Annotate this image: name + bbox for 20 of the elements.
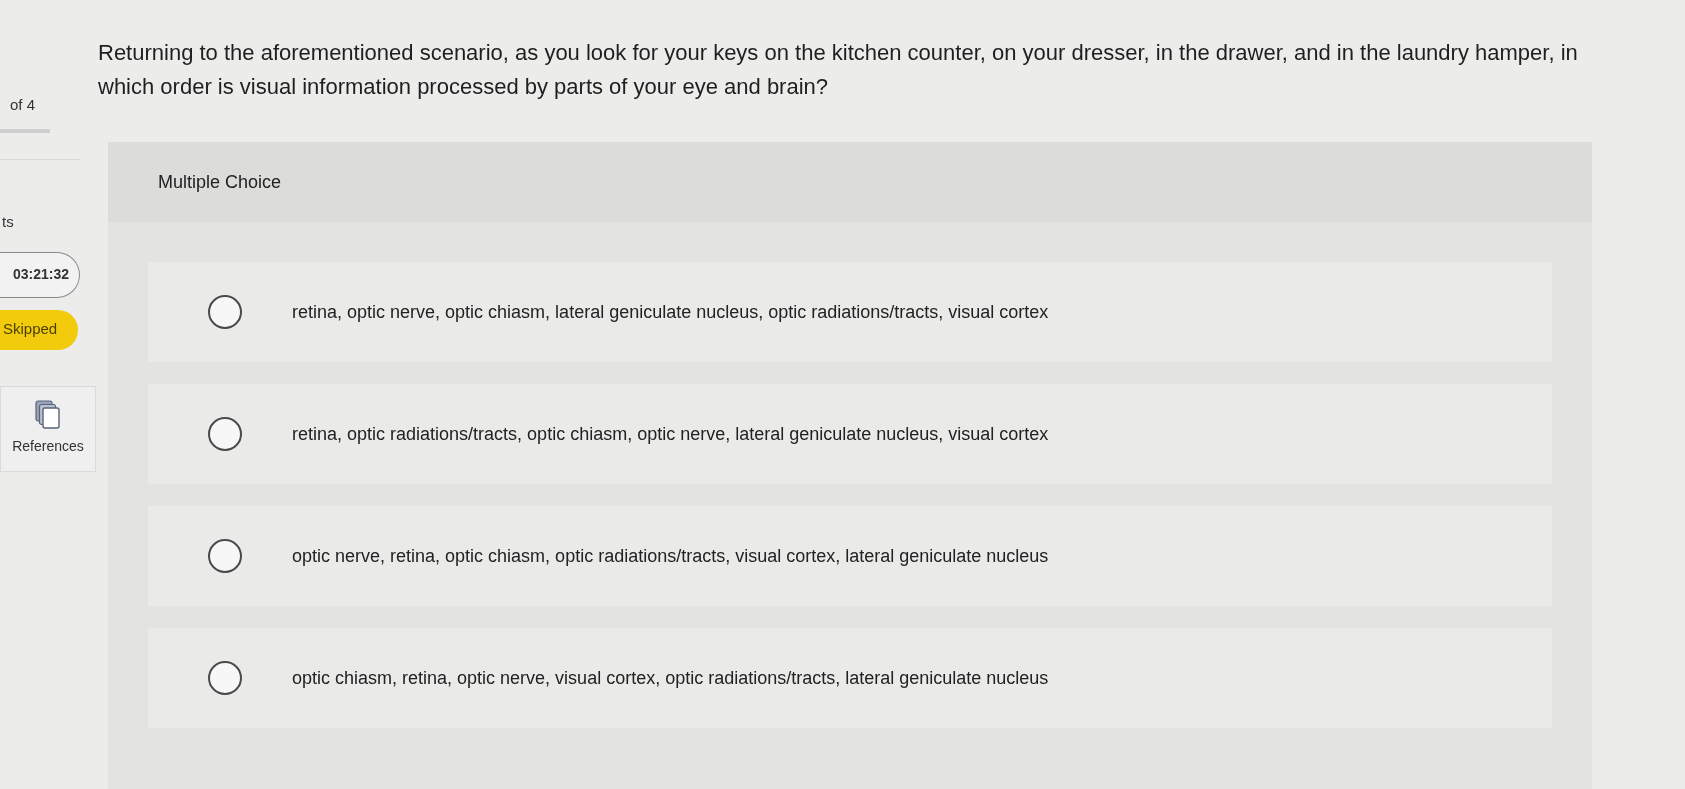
question-counter: of 4: [9, 95, 36, 115]
radio-button[interactable]: [208, 661, 242, 695]
question-text: Returning to the aforementioned scenario, as you look for your keys on the kitchen counter, on your dresser, in the drawer, and in the laundry hamper, in which order is visual information processed by parts of your eye and brain?: [98, 39, 1579, 101]
option-text: optic nerve, retina, optic chiasm, optic radiations/tracts, visual cortex, lateral geniculate nucleus: [292, 544, 1049, 568]
answer-option[interactable]: optic nerve, retina, optic chiasm, optic radiations/tracts, visual cortex, lateral geniculate nucleus: [148, 506, 1552, 606]
skipped-badge: Skipped: [0, 309, 78, 350]
option-text: retina, optic radiations/tracts, optic chiasm, optic nerve, lateral geniculate nucleus, visual cortex: [292, 422, 1049, 446]
option-text: retina, optic nerve, optic chiasm, lateral geniculate nucleus, optic radiations/tracts, visual cortex: [292, 300, 1049, 324]
references-button[interactable]: References: [0, 385, 96, 472]
radio-button[interactable]: [208, 417, 242, 451]
answer-option[interactable]: retina, optic nerve, optic chiasm, lateral geniculate nucleus, optic radiations/tracts, visual cortex: [148, 262, 1552, 362]
pages-stack-icon: [35, 400, 61, 430]
answer-option[interactable]: retina, optic radiations/tracts, optic chiasm, optic nerve, lateral geniculate nucleus, visual cortex: [148, 384, 1552, 484]
option-text: optic chiasm, retina, optic nerve, visual cortex, optic radiations/tracts, lateral geniculate nucleus: [292, 666, 1049, 690]
question-type-label: Multiple Choice: [158, 170, 282, 194]
radio-button[interactable]: [208, 539, 242, 573]
points-label: ts: [1, 212, 14, 230]
timer: 03:21:32: [0, 251, 80, 298]
radio-button[interactable]: [208, 295, 242, 329]
answer-option[interactable]: optic chiasm, retina, optic nerve, visual cortex, optic radiations/tracts, lateral geniculate nucleus: [148, 628, 1552, 728]
